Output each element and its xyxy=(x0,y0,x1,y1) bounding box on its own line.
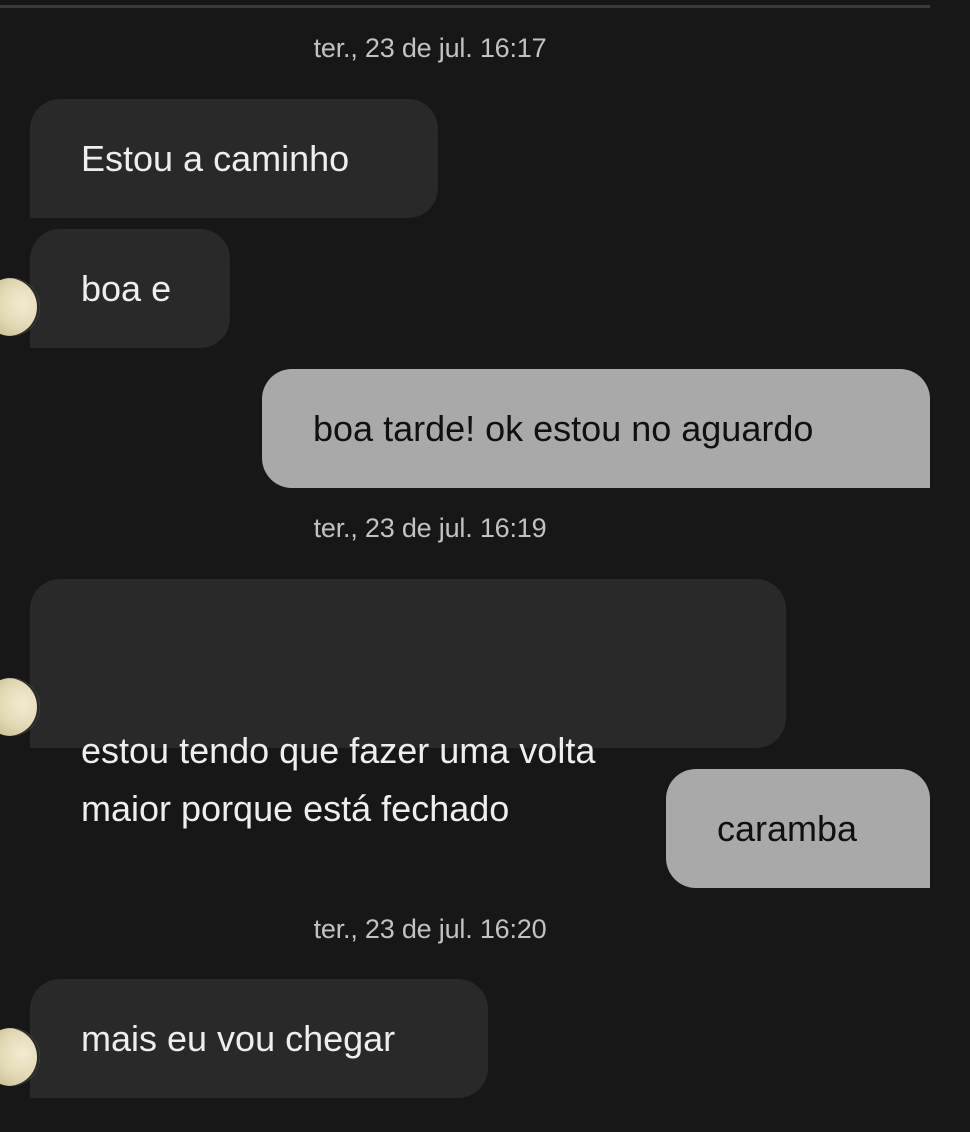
timestamp: ter., 23 de jul. 16:17 xyxy=(313,33,547,63)
sender-avatar[interactable] xyxy=(0,678,40,736)
outgoing-message[interactable]: boa tarde! ok estou no aguardo xyxy=(262,369,930,488)
incoming-message[interactable]: Estou a caminho xyxy=(30,99,438,218)
incoming-message[interactable]: estou tendo que fazer uma volta maior po… xyxy=(0,579,786,829)
timestamp: ter., 23 de jul. 16:19 xyxy=(313,513,547,543)
message-text: boa e xyxy=(81,268,172,309)
incoming-message[interactable]: boa e xyxy=(0,229,230,348)
timestamp: ter., 23 de jul. 16:20 xyxy=(313,914,547,944)
sender-avatar[interactable] xyxy=(0,1028,40,1086)
sender-avatar[interactable] xyxy=(0,278,40,336)
top-divider xyxy=(0,5,930,8)
message-text: caramba xyxy=(717,808,858,849)
message-text: Estou a caminho xyxy=(81,138,350,179)
message-text: mais eu vou chegar xyxy=(81,1018,396,1059)
outgoing-message[interactable]: caramba xyxy=(666,769,930,888)
message-text: boa tarde! ok estou no aguardo xyxy=(313,408,814,449)
message-text: estou tendo que fazer uma volta maior po… xyxy=(81,730,596,829)
incoming-message[interactable]: mais eu vou chegar xyxy=(0,979,488,1098)
